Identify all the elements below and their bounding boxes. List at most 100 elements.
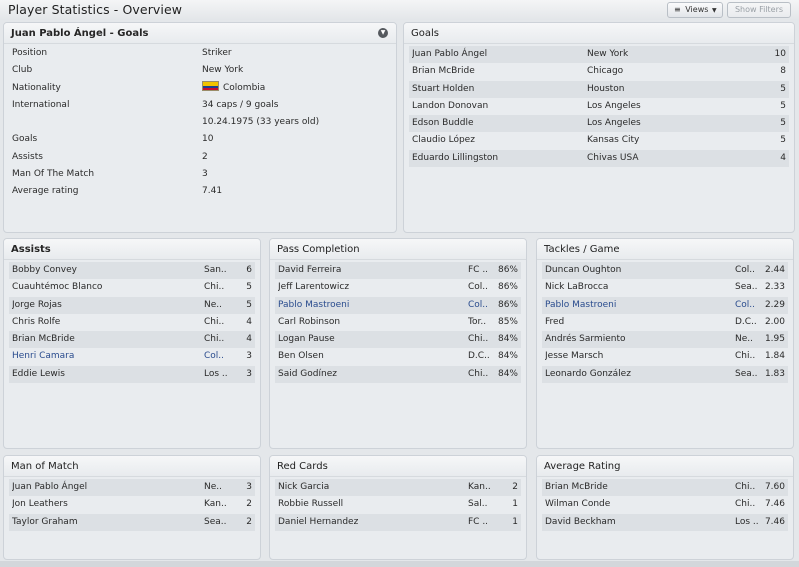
club-name[interactable]: Chi.. xyxy=(204,331,224,348)
club-name[interactable]: Chi.. xyxy=(468,331,488,348)
field-value-nationality[interactable]: Colombia xyxy=(202,80,265,97)
club-name[interactable]: Chi.. xyxy=(468,366,488,383)
player-name-highlighted[interactable]: Henri Camara xyxy=(12,348,74,365)
table-row[interactable]: Daniel Hernandez FC .. 1 xyxy=(275,513,521,531)
player-name[interactable]: Bobby Convey xyxy=(12,262,77,279)
club-name[interactable]: Los .. xyxy=(735,514,759,531)
player-name[interactable]: Robbie Russell xyxy=(278,496,343,513)
player-name[interactable]: Nick Garcia xyxy=(278,479,329,496)
club-name[interactable]: Ne.. xyxy=(204,297,222,314)
table-row[interactable]: Jorge Rojas Ne.. 5 xyxy=(9,296,255,314)
player-name[interactable]: Fred xyxy=(545,314,564,331)
player-name[interactable]: Chris Rolfe xyxy=(12,314,60,331)
player-name[interactable]: Jesse Marsch xyxy=(545,348,603,365)
table-row[interactable]: Robbie Russell Sal.. 1 xyxy=(275,496,521,513)
player-name[interactable]: Brian McBride xyxy=(412,63,475,80)
table-row[interactable]: Claudio López Kansas City 5 xyxy=(409,132,789,149)
club-name-highlighted[interactable]: Col.. xyxy=(468,297,488,314)
player-name[interactable]: Said Godínez xyxy=(278,366,337,383)
show-filters-button[interactable]: Show Filters xyxy=(727,2,791,18)
table-row[interactable]: Wilman Conde Chi.. 7.46 xyxy=(542,496,788,513)
table-row[interactable]: Stuart Holden Houston 5 xyxy=(409,80,789,98)
club-name[interactable]: Chi.. xyxy=(735,479,755,496)
views-button[interactable]: ≡ Views ▼ xyxy=(667,2,723,18)
table-row[interactable]: Ben Olsen D.C.. 84% xyxy=(275,348,521,365)
club-name[interactable]: Kansas City xyxy=(587,132,639,149)
player-name[interactable]: Taylor Graham xyxy=(12,514,78,531)
player-name[interactable]: Eduardo Lillingston xyxy=(412,150,498,167)
player-name[interactable]: Juan Pablo Ángel xyxy=(12,479,87,496)
player-name[interactable]: David Ferreira xyxy=(278,262,341,279)
player-name[interactable]: Cuauhtémoc Blanco xyxy=(12,279,102,296)
club-name[interactable]: Ne.. xyxy=(204,479,222,496)
club-name[interactable]: San.. xyxy=(204,262,227,279)
table-row[interactable]: Nick Garcia Kan.. 2 xyxy=(275,479,521,497)
club-name[interactable]: Sea.. xyxy=(735,366,758,383)
table-row[interactable]: Jeff Larentowicz Col.. 86% xyxy=(275,279,521,296)
table-row[interactable]: Landon Donovan Los Angeles 5 xyxy=(409,98,789,115)
table-row[interactable]: Taylor Graham Sea.. 2 xyxy=(9,513,255,531)
player-name[interactable]: Nick LaBrocca xyxy=(545,279,608,296)
player-name[interactable]: Ben Olsen xyxy=(278,348,324,365)
player-name[interactable]: Stuart Holden xyxy=(412,81,474,98)
table-row[interactable]: Eduardo Lillingston Chivas USA 4 xyxy=(409,149,789,168)
club-name[interactable]: Chi.. xyxy=(735,496,755,513)
player-name[interactable]: Carl Robinson xyxy=(278,314,340,331)
club-name[interactable]: D.C.. xyxy=(468,348,490,365)
player-name[interactable]: Daniel Hernandez xyxy=(278,514,358,531)
club-name[interactable]: Ne.. xyxy=(735,331,753,348)
table-row[interactable]: Jon Leathers Kan.. 2 xyxy=(9,496,255,513)
player-name-highlighted[interactable]: Pablo Mastroeni xyxy=(278,297,349,314)
club-name[interactable]: D.C.. xyxy=(735,314,757,331)
player-name[interactable]: Eddie Lewis xyxy=(12,366,65,383)
table-row[interactable]: David Ferreira FC .. 86% xyxy=(275,262,521,280)
club-name[interactable]: Kan.. xyxy=(204,496,227,513)
player-name[interactable]: Jon Leathers xyxy=(12,496,68,513)
club-name-highlighted[interactable]: Col.. xyxy=(735,297,755,314)
table-row[interactable]: Juan Pablo Ángel New York 10 xyxy=(409,46,789,64)
table-row[interactable]: Andrés Sarmiento Ne.. 1.95 xyxy=(542,331,788,349)
club-name[interactable]: Sea.. xyxy=(735,279,758,296)
chevron-down-circle-icon[interactable]: ▼ xyxy=(378,28,388,38)
table-row[interactable]: Brian McBride Chi.. 4 xyxy=(9,331,255,349)
club-name[interactable]: Chi.. xyxy=(735,348,755,365)
player-name[interactable]: Landon Donovan xyxy=(412,98,488,115)
player-name[interactable]: Claudio López xyxy=(412,132,475,149)
table-row[interactable]: Carl Robinson Tor.. 85% xyxy=(275,314,521,331)
club-name[interactable]: Chi.. xyxy=(204,279,224,296)
table-row[interactable]: Henri Camara Col.. 3 xyxy=(9,348,255,365)
player-name[interactable]: Brian McBride xyxy=(12,331,75,348)
player-name[interactable]: Juan Pablo Ángel xyxy=(412,46,487,63)
field-value[interactable]: New York xyxy=(202,62,243,79)
table-row[interactable]: Logan Pause Chi.. 84% xyxy=(275,331,521,349)
player-name[interactable]: David Beckham xyxy=(545,514,616,531)
player-name[interactable]: Jorge Rojas xyxy=(12,297,62,314)
club-name[interactable]: Sea.. xyxy=(204,514,227,531)
club-name[interactable]: Los .. xyxy=(204,366,228,383)
club-name[interactable]: Col.. xyxy=(468,279,488,296)
table-row[interactable]: Nick LaBrocca Sea.. 2.33 xyxy=(542,279,788,296)
table-row[interactable]: Fred D.C.. 2.00 xyxy=(542,314,788,331)
table-row[interactable]: Edson Buddle Los Angeles 5 xyxy=(409,115,789,133)
player-name[interactable]: Logan Pause xyxy=(278,331,335,348)
club-name[interactable]: Los Angeles xyxy=(587,115,641,132)
table-row[interactable]: Leonardo González Sea.. 1.83 xyxy=(542,365,788,384)
player-name[interactable]: Duncan Oughton xyxy=(545,262,621,279)
club-name[interactable]: Kan.. xyxy=(468,479,491,496)
table-row[interactable]: Pablo Mastroeni Col.. 2.29 xyxy=(542,296,788,314)
player-name[interactable]: Jeff Larentowicz xyxy=(278,279,349,296)
club-name[interactable]: Col.. xyxy=(735,262,755,279)
table-row[interactable]: Brian McBride Chicago 8 xyxy=(409,63,789,80)
club-name[interactable]: Chi.. xyxy=(204,314,224,331)
table-row[interactable]: David Beckham Los .. 7.46 xyxy=(542,513,788,531)
club-name[interactable]: Sal.. xyxy=(468,496,487,513)
table-row[interactable]: Brian McBride Chi.. 7.60 xyxy=(542,479,788,497)
club-name[interactable]: Houston xyxy=(587,81,624,98)
club-name[interactable]: Los Angeles xyxy=(587,98,641,115)
player-name[interactable]: Andrés Sarmiento xyxy=(545,331,625,348)
table-row[interactable]: Duncan Oughton Col.. 2.44 xyxy=(542,262,788,280)
club-name[interactable]: Chicago xyxy=(587,63,623,80)
table-row[interactable]: Eddie Lewis Los .. 3 xyxy=(9,365,255,384)
table-row[interactable]: Chris Rolfe Chi.. 4 xyxy=(9,314,255,331)
table-row[interactable]: Juan Pablo Ángel Ne.. 3 xyxy=(9,479,255,497)
